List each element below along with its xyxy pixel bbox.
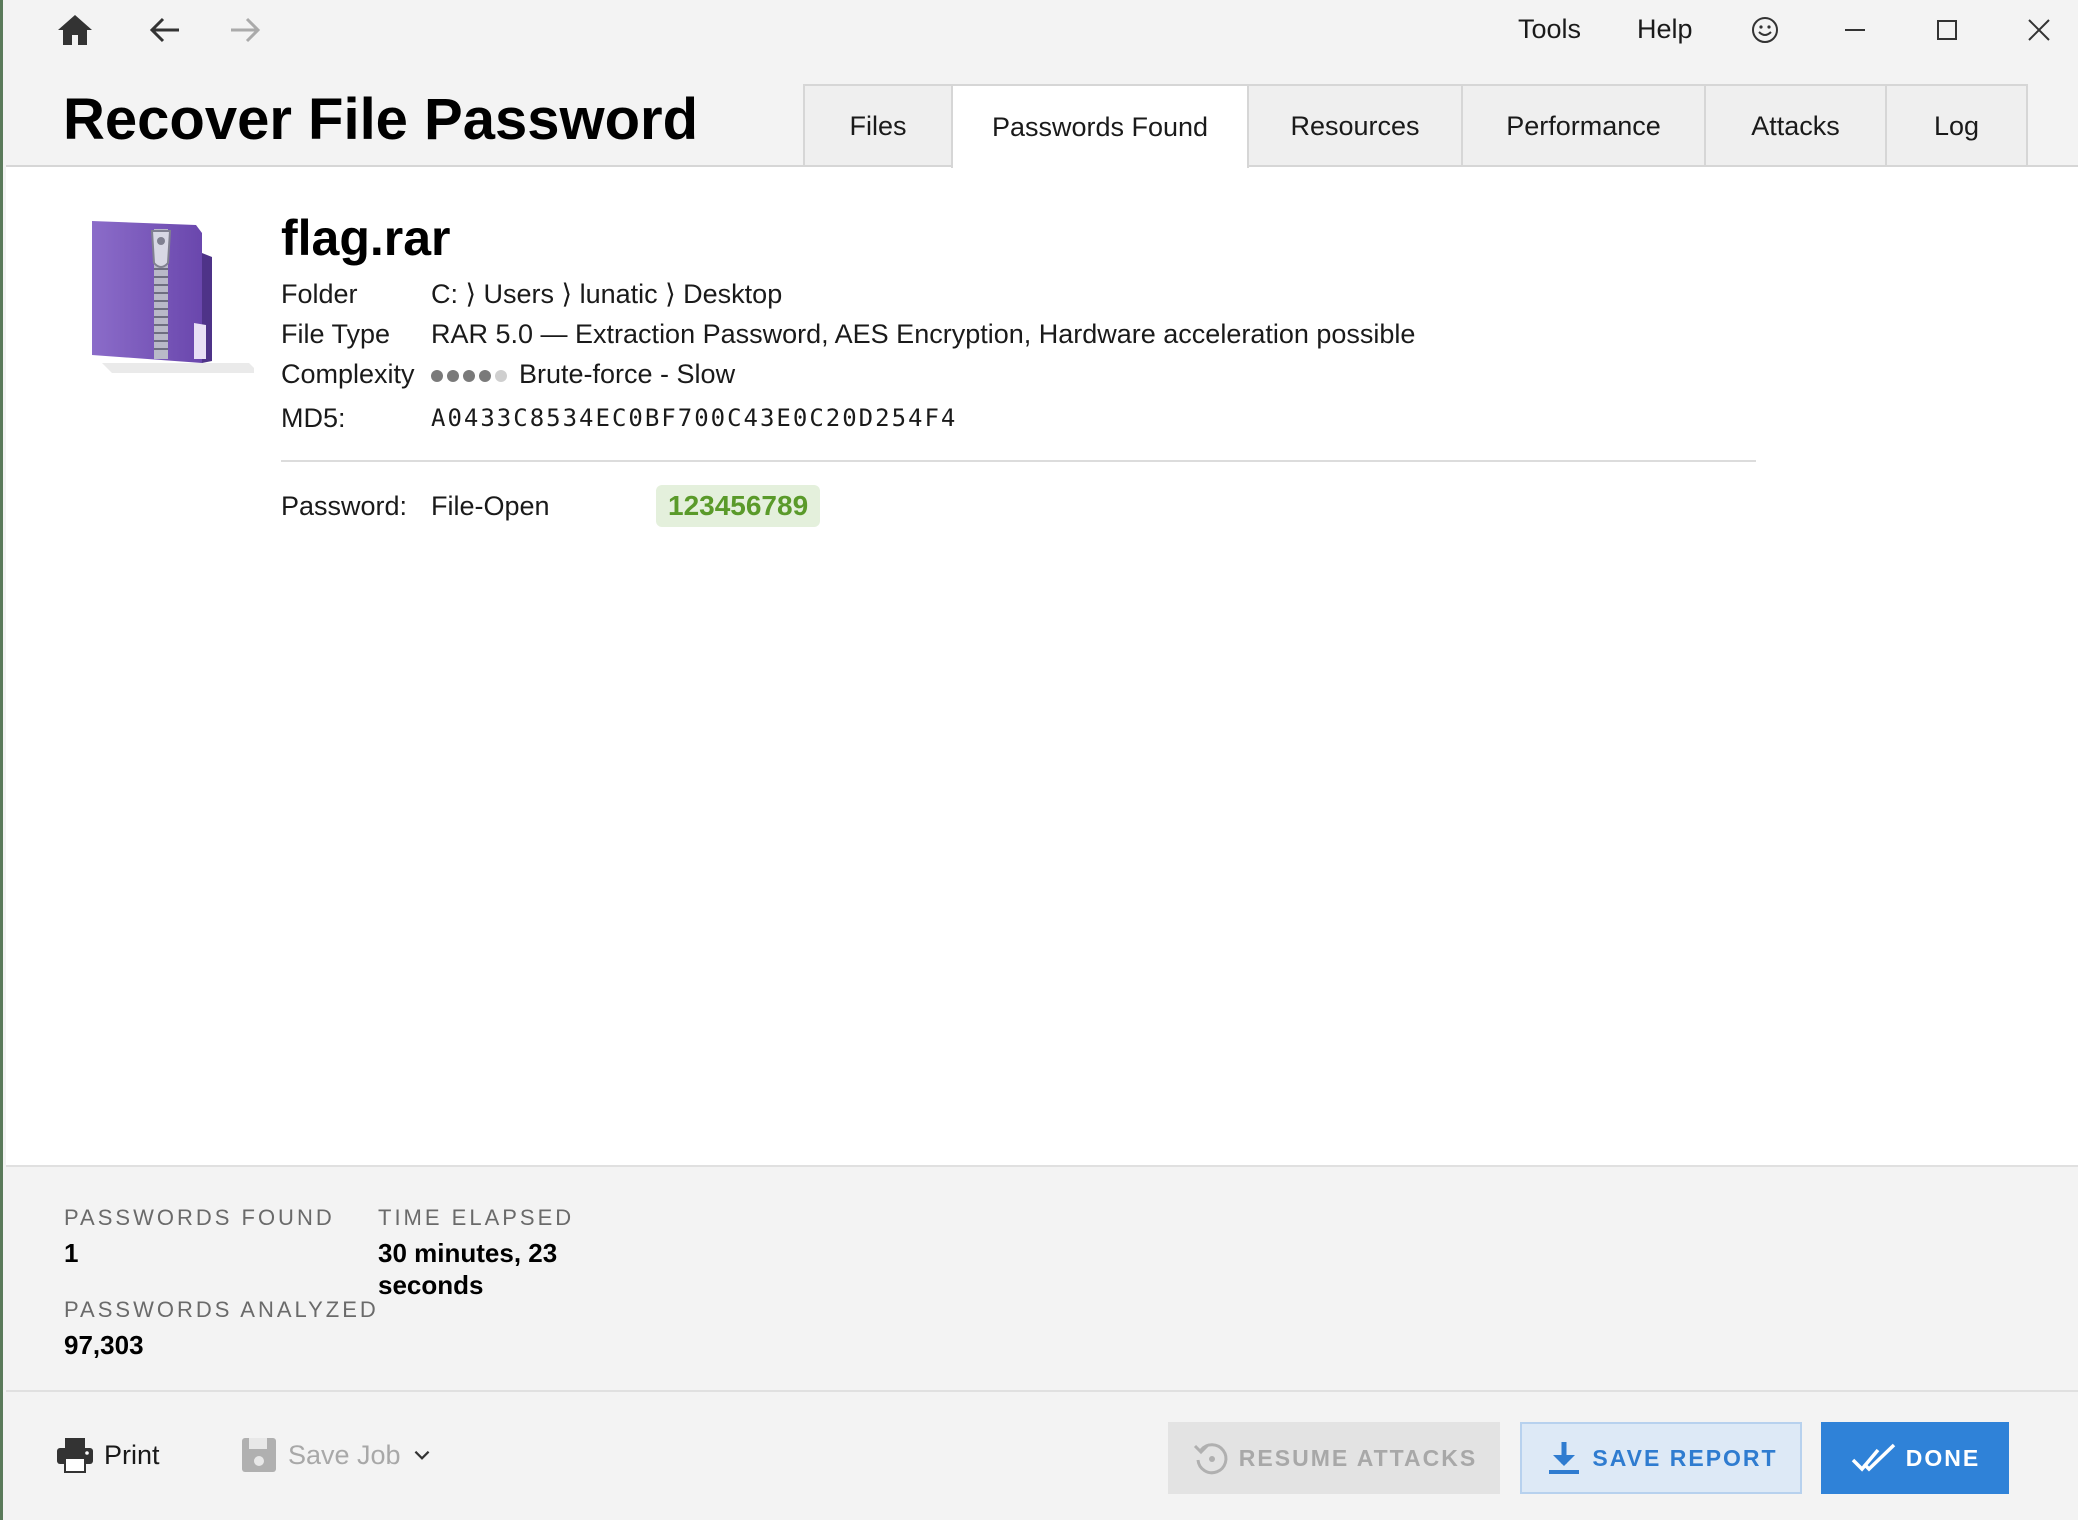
tab-performance[interactable]: Performance (1461, 84, 1706, 166)
page-title: Recover File Password (63, 87, 699, 152)
minimize-button[interactable] (1825, 8, 1885, 52)
back-button[interactable] (137, 6, 193, 54)
done-button[interactable]: DONE (1821, 1422, 2009, 1494)
file-name: flag.rar (281, 210, 451, 266)
resume-icon (1193, 1443, 1228, 1475)
complexity-label: Complexity (281, 359, 415, 389)
print-button[interactable]: Print (54, 1434, 160, 1476)
password-label: Password: (281, 491, 408, 521)
chevron-down-icon (414, 1450, 429, 1460)
complexity-rating (431, 369, 507, 382)
password-type: File-Open (431, 491, 550, 521)
double-check-icon (1851, 1443, 1895, 1472)
passwords-found-panel: flag.rar Folder C: ⟩ Users ⟩ lunatic ⟩ D… (6, 165, 2078, 1165)
passwords-found-value: 1 (64, 1238, 79, 1268)
floppy-disk-icon (242, 1438, 276, 1472)
done-label: DONE (1905, 1444, 1981, 1471)
printer-icon (57, 1438, 93, 1473)
folder-label: Folder (281, 279, 358, 309)
close-icon (2028, 19, 2050, 41)
found-password[interactable]: 123456789 (656, 485, 821, 527)
complexity-dot-filled (479, 369, 491, 382)
tab-log[interactable]: Log (1885, 84, 2028, 166)
menu-help[interactable]: Help (1637, 14, 1693, 45)
download-icon (1549, 1442, 1580, 1474)
stats-panel: PASSWORDS FOUND 1 TIME ELAPSED 30 minute… (6, 1165, 2078, 1390)
time-elapsed-label: TIME ELAPSED (378, 1205, 575, 1230)
time-elapsed-line2: seconds (378, 1270, 484, 1300)
resume-attacks-label: RESUME ATTACKS (1238, 1444, 1478, 1471)
md5-value: A0433C8534EC0BF700C43E0C20D254F4 (431, 404, 958, 432)
home-button[interactable] (47, 6, 103, 54)
tab-passwords-found[interactable]: Passwords Found (951, 84, 1249, 168)
print-label: Print (104, 1439, 160, 1470)
archive-file-icon (84, 213, 259, 383)
arrow-right-icon (231, 17, 261, 43)
time-elapsed-value: 30 minutes, 23 seconds (378, 1237, 557, 1301)
passwords-analyzed-label: PASSWORDS ANALYZED (64, 1297, 379, 1322)
tab-files[interactable]: Files (803, 84, 953, 166)
complexity-dot-filled (431, 369, 443, 382)
smiley-icon (1752, 17, 1778, 43)
file-type-value: RAR 5.0 — Extraction Password, AES Encry… (431, 319, 1416, 349)
forward-button[interactable] (217, 6, 273, 54)
complexity-dot-filled (463, 369, 475, 382)
title-bar: Tools Help (3, 0, 2078, 60)
passwords-found-label: PASSWORDS FOUND (64, 1205, 335, 1230)
minimize-icon (1845, 29, 1865, 31)
tab-attacks[interactable]: Attacks (1704, 84, 1887, 166)
folder-path[interactable]: C: ⟩ Users ⟩ lunatic ⟩ Desktop (431, 279, 782, 310)
complexity-dot-empty (495, 369, 507, 382)
complexity-dot-filled (447, 369, 459, 382)
feedback-button[interactable] (1735, 8, 1795, 52)
footer-bar: Print Save Job RESUME ATTACKS SAVE REPOR… (6, 1390, 2078, 1520)
file-type-label: File Type (281, 319, 391, 349)
resume-attacks-button[interactable]: RESUME ATTACKS (1168, 1422, 1500, 1494)
tab-bar: Files Passwords Found Resources Performa… (803, 84, 2028, 168)
arrow-left-icon (149, 17, 179, 43)
maximize-icon (1937, 20, 1957, 40)
maximize-button[interactable] (1917, 8, 1977, 52)
complexity-value: Brute-force - Slow (519, 359, 736, 389)
time-elapsed-line1: 30 minutes, 23 (378, 1238, 558, 1268)
tab-resources[interactable]: Resources (1247, 84, 1463, 166)
complexity-value-row: Brute-force - Slow (431, 359, 735, 390)
save-job-label: Save Job (288, 1439, 401, 1470)
save-job-button[interactable]: Save Job (238, 1434, 441, 1476)
home-icon (58, 15, 92, 45)
passwords-analyzed-value: 97,303 (64, 1330, 144, 1360)
save-report-button[interactable]: SAVE REPORT (1520, 1422, 1802, 1494)
close-button[interactable] (2009, 8, 2069, 52)
app-window: Tools Help Recover File Password Files P… (0, 0, 2078, 1520)
save-report-label: SAVE REPORT (1592, 1444, 1778, 1471)
menu-tools[interactable]: Tools (1518, 14, 1581, 45)
section-divider (281, 460, 1756, 462)
md5-label: MD5: (281, 403, 346, 433)
